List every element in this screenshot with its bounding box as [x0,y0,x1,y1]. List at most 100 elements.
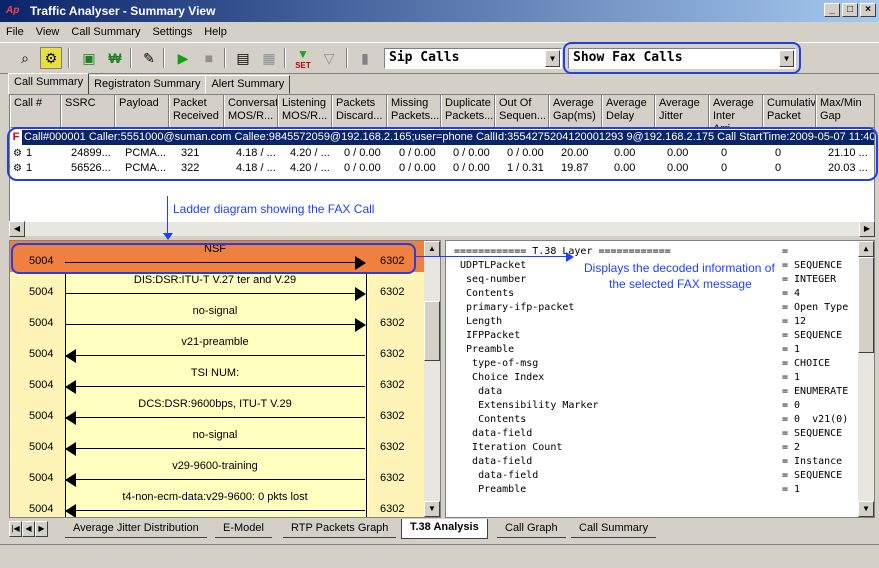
ladder-message[interactable]: v21-preamble [65,334,365,365]
column-header[interactable]: Average Gap(ms) [549,95,602,128]
highlight-oval-combo [563,42,801,74]
left-port-label: 5004 [29,472,54,484]
play-icon[interactable]: ▶ [172,47,194,69]
column-header[interactable]: Duplicate Packets... [441,95,495,128]
tab-alert-summary[interactable]: Alert Summary [205,75,291,94]
arrowhead-icon [65,473,76,487]
column-header[interactable]: Average Jitter [655,95,709,128]
menu-file[interactable]: File [6,26,24,38]
menu-settings[interactable]: Settings [152,26,192,38]
ladder-message[interactable]: DIS:DSR:ITU-T V.27 ter and V.29 [65,272,366,303]
column-header[interactable]: Max/Min Gap [816,95,874,128]
ladder-message[interactable]: t4-non-ecm-data:v29-9600: 0 pkts lost [65,489,365,517]
scroll-up-icon[interactable]: ▲ [424,241,440,257]
tab-e-model[interactable]: E-Model [215,520,272,538]
arrowhead-icon [355,287,366,301]
tab-t38-analysis[interactable]: T.38 Analysis [401,519,488,539]
close-button[interactable]: × [860,3,876,17]
column-header[interactable]: Packet Received [169,95,224,128]
edit-filter-icon[interactable]: ✎ [138,47,160,69]
grid-horizontal-scrollbar[interactable]: ◀ ▶ [9,221,875,237]
ladder-message[interactable]: TSI NUM: [65,365,365,396]
menu-help[interactable]: Help [204,26,227,38]
scroll-thumb[interactable] [858,257,874,353]
chevron-down-icon[interactable]: ▼ [545,50,560,67]
binoculars-icon[interactable]: ₩ [104,47,126,69]
decoded-field-name: primary-ifp-packet [454,302,575,313]
maximize-button[interactable]: □ [842,3,858,17]
decoded-field-value: = SEQUENCE [782,470,843,481]
ladder-message[interactable]: no-signal [65,303,366,334]
tab-scroll-next-icon[interactable]: ▶ [35,521,48,537]
left-port-label: 5004 [29,348,54,360]
message-line [65,417,365,418]
column-header[interactable]: Call # [10,95,61,128]
decoded-field-name: Contents [454,414,527,425]
set-filter-icon[interactable]: ▼ SET [292,47,314,70]
message-label: no-signal [192,305,238,317]
decoded-vertical-scrollbar[interactable]: ▲ ▼ [858,241,874,517]
capture-settings-icon[interactable]: ⚙ [40,47,62,69]
scroll-down-icon[interactable]: ▼ [424,501,440,517]
scroll-left-icon[interactable]: ◀ [9,221,25,237]
column-header[interactable]: SSRC [61,95,115,128]
column-header[interactable]: Packets Discard... [332,95,387,128]
decoded-field-value: = [782,246,789,257]
ladder-vertical-scrollbar[interactable]: ▲ ▼ [424,241,440,517]
message-line [65,386,365,387]
ladder-message[interactable]: v29-9600-training [65,458,365,489]
message-line [65,479,365,480]
layout-icon[interactable]: ▮ [354,47,376,69]
summary-tabs: Call Summary Registraton Summary Alert S… [8,73,291,94]
analysis-tabs: |◀ ◀ ▶ Average Jitter Distribution E-Mod… [9,519,875,540]
decoded-field-value: = INTEGER [782,274,837,285]
decoded-annotation-line2: the selected FAX message [609,277,752,291]
tab-registration-summary[interactable]: Registraton Summary [88,75,207,94]
report-icon[interactable]: ▤ [232,47,254,69]
message-label: DCS:DSR:9600bps, ITU-T V.29 [138,398,292,410]
column-header[interactable]: Conversat MOS/R... [224,95,278,128]
scroll-down-icon[interactable]: ▼ [858,501,874,517]
tab-rtp-packets-graph[interactable]: RTP Packets Graph [283,520,397,538]
column-header[interactable]: Cumulative Packet ... [763,95,816,128]
message-line [65,448,365,449]
ladder-annotation: Ladder diagram showing the FAX Call [173,202,375,216]
decoded-field-value: = 0 v21(0) [782,414,849,425]
search-icon[interactable]: ⌕ [14,47,36,69]
tab-call-summary-bottom[interactable]: Call Summary [571,520,657,538]
tab-call-graph[interactable]: Call Graph [497,520,566,538]
left-port-label: 5004 [29,410,54,422]
decoded-field-value: = 4 [782,288,801,299]
column-header[interactable]: Payload [115,95,169,128]
stop-icon[interactable]: ■ [198,47,220,69]
column-header[interactable]: Average Inter Arri... [709,95,763,128]
message-label: no-signal [192,429,238,441]
clear-filter-icon[interactable]: ▽ [318,47,340,69]
column-header[interactable]: Out Of Sequen... [495,95,549,128]
tab-average-jitter-distribution[interactable]: Average Jitter Distribution [65,520,207,538]
menu-call-summary[interactable]: Call Summary [71,26,140,38]
ladder-message[interactable]: DCS:DSR:9600bps, ITU-T V.29 [65,396,365,427]
menu-view[interactable]: View [36,26,60,38]
column-header[interactable]: Listening MOS/R... [278,95,332,128]
message-label: TSI NUM: [190,367,240,379]
column-header[interactable]: Average Delay [602,95,655,128]
scroll-right-icon[interactable]: ▶ [859,221,875,237]
message-line [65,293,365,294]
tab-scroll-prev-icon[interactable]: ◀ [22,521,35,537]
decoded-field-value: = Open Type [782,302,849,313]
right-port-label: 6302 [380,410,405,422]
column-header[interactable]: Missing Packets... [387,95,441,128]
ladder-message[interactable]: no-signal [65,427,365,458]
tab-call-summary[interactable]: Call Summary [8,73,90,94]
export-icon[interactable]: ▦ [258,47,280,69]
left-port-label: 5004 [29,317,54,329]
scroll-up-icon[interactable]: ▲ [858,241,874,257]
decoded-field-name: data-field [454,470,539,481]
minimize-button[interactable]: _ [824,3,840,17]
call-type-select[interactable]: Sip Calls ▼ [384,48,562,69]
open-capture-icon[interactable]: ▣ [78,47,100,69]
decoded-field-name: Extensibility Marker [454,400,599,411]
scroll-thumb[interactable] [424,301,440,361]
tab-scroll-first-icon[interactable]: |◀ [9,521,22,537]
